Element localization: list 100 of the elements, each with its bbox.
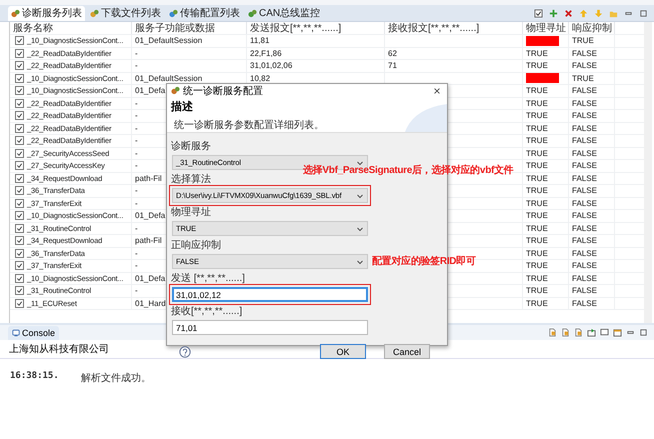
table-cell: TRUE: [526, 174, 548, 183]
table-cell: -: [135, 161, 138, 170]
table-cell: TRUE: [526, 148, 548, 158]
table-cell: FALSE: [572, 236, 597, 246]
table-cell: FALSE: [572, 61, 597, 70]
maximize-icon[interactable]: [639, 8, 648, 18]
checkbox[interactable]: [15, 236, 24, 246]
caret-icon: [356, 258, 364, 266]
checkbox[interactable]: [15, 61, 24, 70]
checkbox[interactable]: [15, 298, 24, 308]
column-header[interactable]: 物理寻址: [523, 22, 569, 34]
table-cell: FALSE: [572, 198, 597, 208]
checkbox[interactable]: [15, 148, 24, 158]
table-cell: FALSE: [572, 298, 597, 308]
caret-icon: [356, 224, 364, 232]
checkbox[interactable]: [15, 124, 24, 133]
table-cell: TRUE: [526, 161, 548, 170]
column-header[interactable]: 服务名称: [10, 22, 132, 34]
table-cell: FALSE: [572, 148, 597, 158]
checkbox[interactable]: [15, 198, 24, 208]
table-cell: TRUE: [526, 111, 548, 120]
table-cell: FALSE: [572, 161, 597, 170]
table-cell: 01_Defa: [135, 86, 166, 96]
table-cell: TRUE: [526, 274, 548, 283]
table-cell: -: [135, 124, 138, 133]
checkbox[interactable]: [15, 136, 24, 146]
table-cell: FALSE: [572, 136, 597, 146]
document-icon[interactable]: [548, 328, 557, 337]
table-cell: FALSE: [572, 261, 597, 270]
field-label: 选择算法: [171, 174, 211, 186]
table-cell: FALSE: [572, 274, 597, 283]
field-label: 物理寻址: [171, 207, 211, 219]
caret-icon: [356, 158, 364, 166]
input-field[interactable]: 31,01,02,12: [172, 287, 368, 302]
input-field[interactable]: 71,01: [172, 320, 368, 335]
checkbox[interactable]: [15, 248, 24, 258]
view-tab[interactable]: 下载文件列表: [87, 6, 164, 20]
minimize-icon[interactable]: [626, 328, 635, 337]
view-tab[interactable]: CAN总线监控: [245, 6, 324, 20]
checkbox[interactable]: [15, 48, 24, 58]
table-cell: TRUE: [526, 98, 548, 108]
field-label: 接收[**,**,**......]: [171, 306, 242, 318]
table-cell: path-Fil: [135, 236, 162, 246]
window-icon[interactable]: [613, 328, 622, 337]
column-header[interactable]: 发送报文[**,**,**......]: [247, 22, 385, 34]
table-cell: TRUE: [526, 298, 548, 308]
checkbox-icon[interactable]: [534, 8, 543, 18]
maximize-icon[interactable]: [639, 328, 648, 337]
column-header[interactable]: 接收报文[**,**,**......]: [385, 22, 523, 34]
tab-icon: [248, 8, 257, 18]
table-cell: -: [135, 261, 138, 270]
checkbox[interactable]: [15, 211, 24, 220]
view-tab[interactable]: 传输配置列表: [166, 6, 243, 20]
checkbox[interactable]: [15, 261, 24, 270]
checkbox[interactable]: [15, 286, 24, 296]
checkbox[interactable]: [15, 36, 24, 46]
table-cell: TRUE: [526, 248, 548, 258]
table-cell: -: [135, 186, 138, 196]
log-message: 解析文件成功。: [80, 372, 151, 385]
checkbox[interactable]: [15, 174, 24, 183]
dialog-button[interactable]: OK: [320, 344, 366, 359]
checkbox[interactable]: [15, 274, 24, 283]
table-cell: TRUE: [526, 286, 548, 296]
table-cell: -: [135, 286, 138, 296]
tab-icon: [11, 8, 20, 18]
checkbox[interactable]: [15, 86, 24, 96]
document-icon[interactable]: [561, 328, 570, 337]
help-icon[interactable]: [179, 346, 191, 358]
table-cell: TRUE: [526, 124, 548, 133]
view-tab[interactable]: 诊断服务列表: [8, 6, 85, 20]
table-cell: 01_DefaultSession: [135, 74, 202, 83]
table-cell: TRUE: [526, 86, 548, 96]
dialog-description: 统一诊断服务参数配置详细列表。: [173, 118, 325, 132]
checkbox[interactable]: [15, 186, 24, 196]
add-icon[interactable]: [549, 8, 558, 18]
checkbox[interactable]: [15, 161, 24, 170]
dialog-title: 统一诊断服务配置: [183, 84, 263, 98]
checkbox[interactable]: [15, 74, 24, 83]
document-icon[interactable]: [574, 328, 583, 337]
table-cell: FALSE: [572, 186, 597, 196]
table-cell: -: [135, 248, 138, 258]
checkbox[interactable]: [15, 224, 24, 233]
table-cell: FALSE: [572, 48, 597, 58]
table-cell: TRUE: [526, 224, 548, 233]
dialog-button[interactable]: Cancel: [384, 344, 430, 359]
table-cell: -: [135, 224, 138, 233]
annotation-text: 配置对应的验签RID即可: [372, 254, 476, 268]
checkbox[interactable]: [15, 98, 24, 108]
table-cell: FALSE: [572, 98, 597, 108]
scrollbar[interactable]: [644, 22, 652, 323]
checkbox[interactable]: [15, 111, 24, 120]
field-label: 正响应抑制: [171, 240, 221, 252]
field-label: 发送 [**,**,**......]: [171, 273, 245, 285]
delete-icon[interactable]: [564, 8, 573, 18]
column-header[interactable]: 服务子功能或数据: [132, 22, 247, 34]
table-cell: FALSE: [572, 86, 597, 96]
column-header[interactable]: 响应抑制: [569, 22, 615, 34]
tab-icon: [90, 8, 99, 18]
close-icon[interactable]: [433, 86, 441, 94]
console-tab[interactable]: Console: [8, 326, 60, 340]
